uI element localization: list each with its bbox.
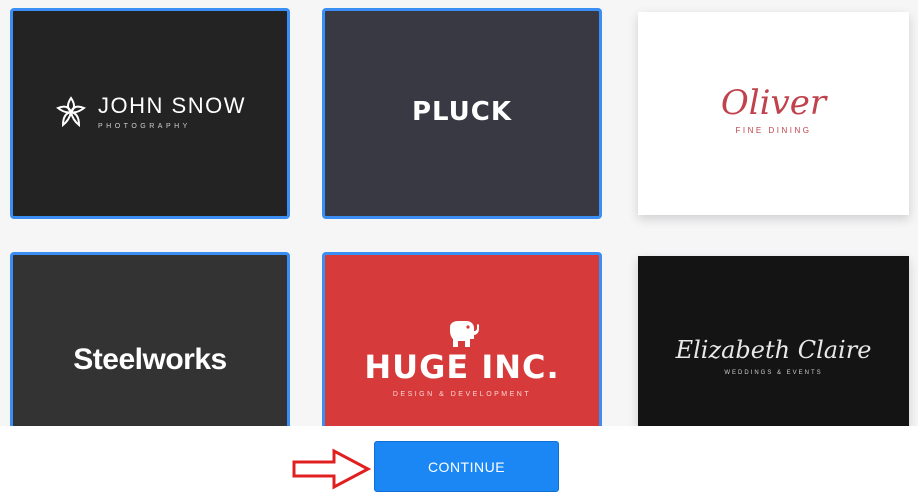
logo-subtitle: DESIGN & DEVELOPMENT: [392, 391, 532, 398]
logo-title: HUGE INC.: [364, 348, 560, 386]
huge-inc-logo: HUGE INC. DESIGN & DEVELOPMENT: [364, 319, 559, 398]
logo-subtitle: PHOTOGRAPHY: [98, 123, 191, 130]
logo-card-pluck[interactable]: PLUCK: [322, 8, 602, 219]
red-arrow-icon: [292, 448, 372, 490]
logo-card-elizabeth-claire[interactable]: Elizabeth Claire WEDDINGS & EVENTS: [638, 256, 909, 442]
elephant-icon: [449, 321, 479, 347]
logo-title: JOHN SNOW: [98, 93, 246, 118]
logo-card-huge-inc[interactable]: HUGE INC. DESIGN & DEVELOPMENT: [322, 252, 602, 442]
john-snow-logo: JOHN SNOW PHOTOGRAPHY: [54, 93, 246, 130]
logo-title: Elizabeth Claire: [675, 336, 872, 364]
logo-card-oliver[interactable]: Oliver FINE DINING: [638, 12, 909, 215]
logo-subtitle: FINE DINING: [735, 126, 812, 135]
logo-title: PLUCK: [411, 96, 513, 127]
logo-card-john-snow[interactable]: JOHN SNOW PHOTOGRAPHY: [10, 8, 290, 219]
logo-card-steelworks[interactable]: Steelworks: [10, 252, 290, 442]
logo-title: Steelworks: [73, 342, 227, 376]
logo-grid: JOHN SNOW PHOTOGRAPHY PLUCK Oliver FINE …: [0, 0, 918, 442]
logo-subtitle: WEDDINGS & EVENTS: [724, 370, 823, 376]
flower-icon: [56, 95, 86, 127]
logo-title: Oliver: [720, 83, 827, 123]
continue-button[interactable]: CONTINUE: [374, 441, 559, 492]
